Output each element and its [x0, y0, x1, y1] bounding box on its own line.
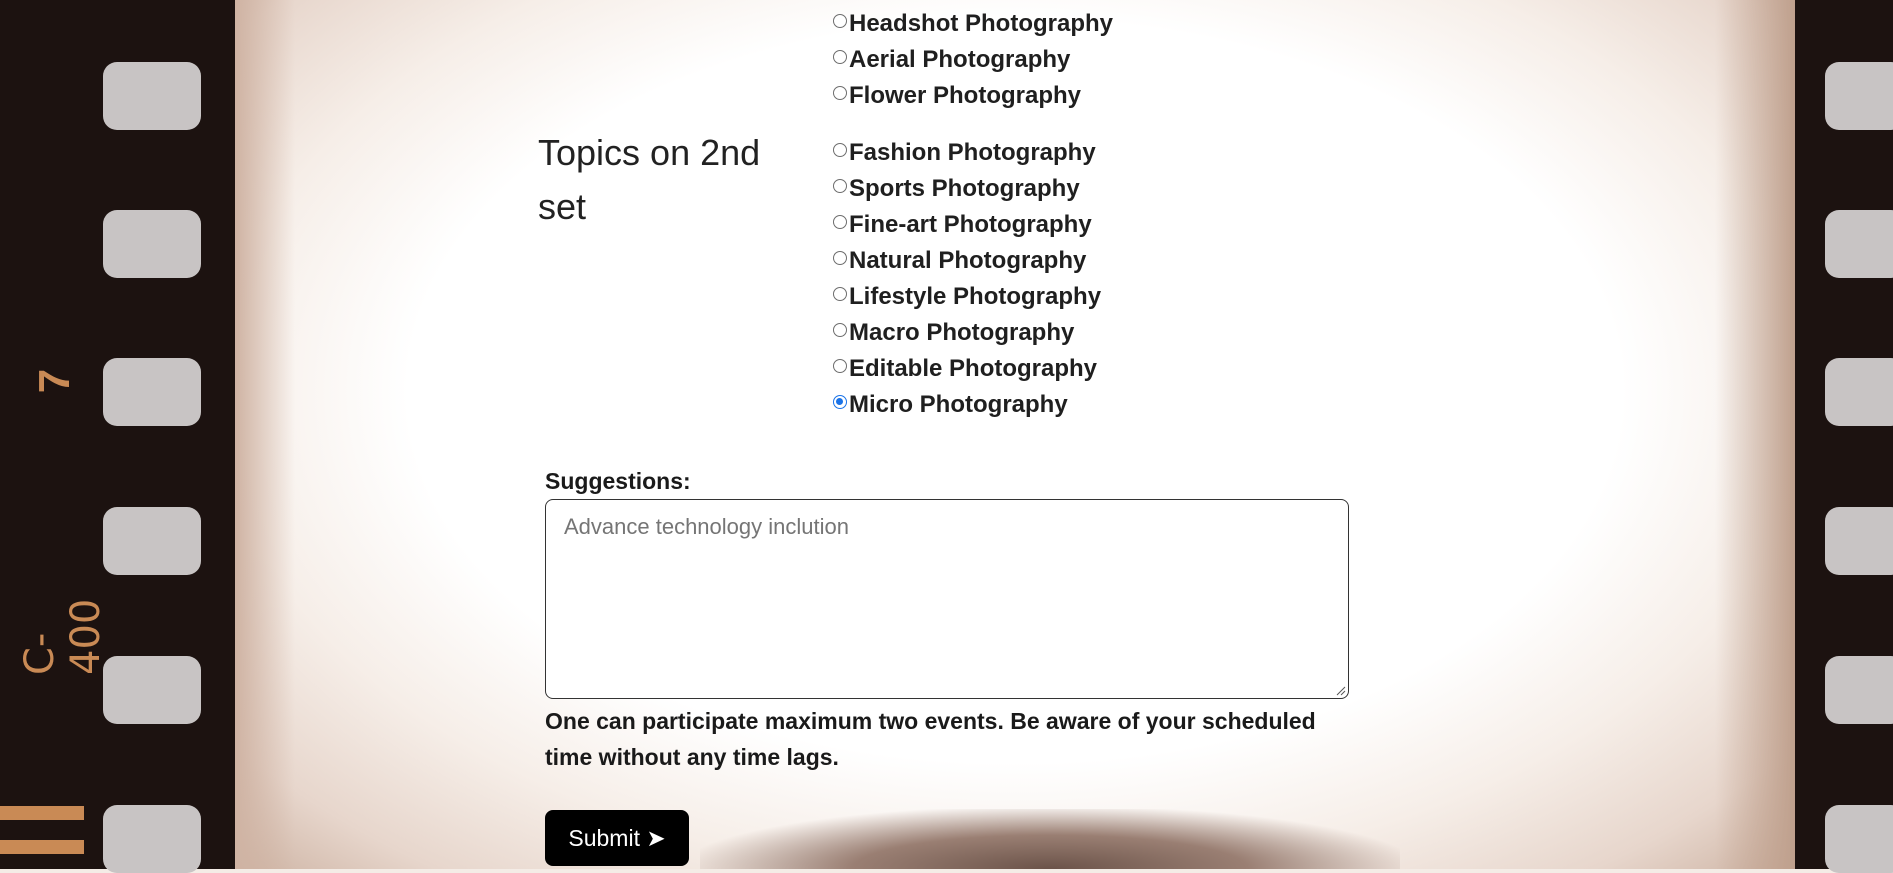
radio-option[interactable]: Fine-art Photography — [833, 207, 1101, 243]
film-perforation — [103, 805, 201, 873]
radio-button[interactable] — [833, 179, 847, 193]
film-perforation — [1825, 358, 1893, 426]
radio-option[interactable]: Natural Photography — [833, 243, 1101, 279]
film-marker-bar — [0, 806, 84, 820]
radio-option[interactable]: Micro Photography — [833, 387, 1101, 423]
radio-button[interactable] — [833, 14, 847, 28]
topics-2nd-set-label: Topics on 2nd set — [538, 132, 761, 227]
radio-label: Aerial Photography — [849, 46, 1071, 73]
radio-option[interactable]: Aerial Photography — [833, 42, 1113, 78]
grass-silhouette — [700, 809, 1400, 869]
radio-option[interactable]: Fashion Photography — [833, 135, 1101, 171]
submit-button[interactable]: Submit ➤ — [545, 810, 689, 866]
radio-option[interactable]: Sports Photography — [833, 171, 1101, 207]
film-perforation — [103, 358, 201, 426]
radio-button[interactable] — [833, 143, 847, 157]
film-code: C-400 — [17, 598, 109, 675]
radio-button[interactable] — [833, 323, 847, 337]
radio-option[interactable]: Flower Photography — [833, 78, 1113, 114]
radio-label: Natural Photography — [849, 247, 1087, 274]
radio-label: Micro Photography — [849, 391, 1068, 418]
resize-grip-icon[interactable] — [1336, 686, 1346, 696]
radio-label: Sports Photography — [849, 175, 1080, 202]
film-perforation — [1825, 62, 1893, 130]
radio-label: Fine-art Photography — [849, 211, 1092, 238]
film-perforation — [1825, 210, 1893, 278]
film-perforation — [103, 210, 201, 278]
radio-button[interactable] — [833, 251, 847, 265]
film-frame-number: 7 — [30, 368, 80, 394]
film-perforation — [1825, 805, 1893, 873]
suggestions-textarea[interactable] — [545, 499, 1349, 699]
radio-option[interactable]: Lifestyle Photography — [833, 279, 1101, 315]
radio-button[interactable] — [833, 215, 847, 229]
participation-note: One can participate maximum two events. … — [545, 708, 1316, 770]
radio-button[interactable] — [833, 287, 847, 301]
radio-button[interactable] — [833, 50, 847, 64]
radio-button-selected[interactable] — [833, 395, 847, 409]
film-marker-bar — [0, 840, 84, 854]
radio-label: Editable Photography — [849, 355, 1098, 382]
radio-option[interactable]: Headshot Photography — [833, 6, 1113, 42]
radio-option[interactable]: Editable Photography — [833, 351, 1101, 387]
radio-label: Macro Photography — [849, 319, 1075, 346]
suggestions-label: Suggestions: — [545, 468, 691, 494]
film-perforation — [103, 656, 201, 724]
film-strip-right — [1795, 0, 1893, 873]
radio-button[interactable] — [833, 359, 847, 373]
radio-label: Flower Photography — [849, 82, 1082, 109]
prev-topic-options: Headshot Photography Aerial Photography … — [833, 6, 1113, 114]
film-strip-left: 7 C-400 — [0, 0, 235, 873]
radio-label: Headshot Photography — [849, 10, 1114, 37]
film-perforation — [1825, 656, 1893, 724]
radio-label: Fashion Photography — [849, 139, 1096, 166]
topics-2nd-set-options: Fashion Photography Sports Photography F… — [833, 135, 1101, 423]
radio-button[interactable] — [833, 86, 847, 100]
film-perforation — [103, 62, 201, 130]
film-perforation — [1825, 507, 1893, 575]
film-perforation — [103, 507, 201, 575]
radio-option[interactable]: Macro Photography — [833, 315, 1101, 351]
radio-label: Lifestyle Photography — [849, 283, 1102, 310]
